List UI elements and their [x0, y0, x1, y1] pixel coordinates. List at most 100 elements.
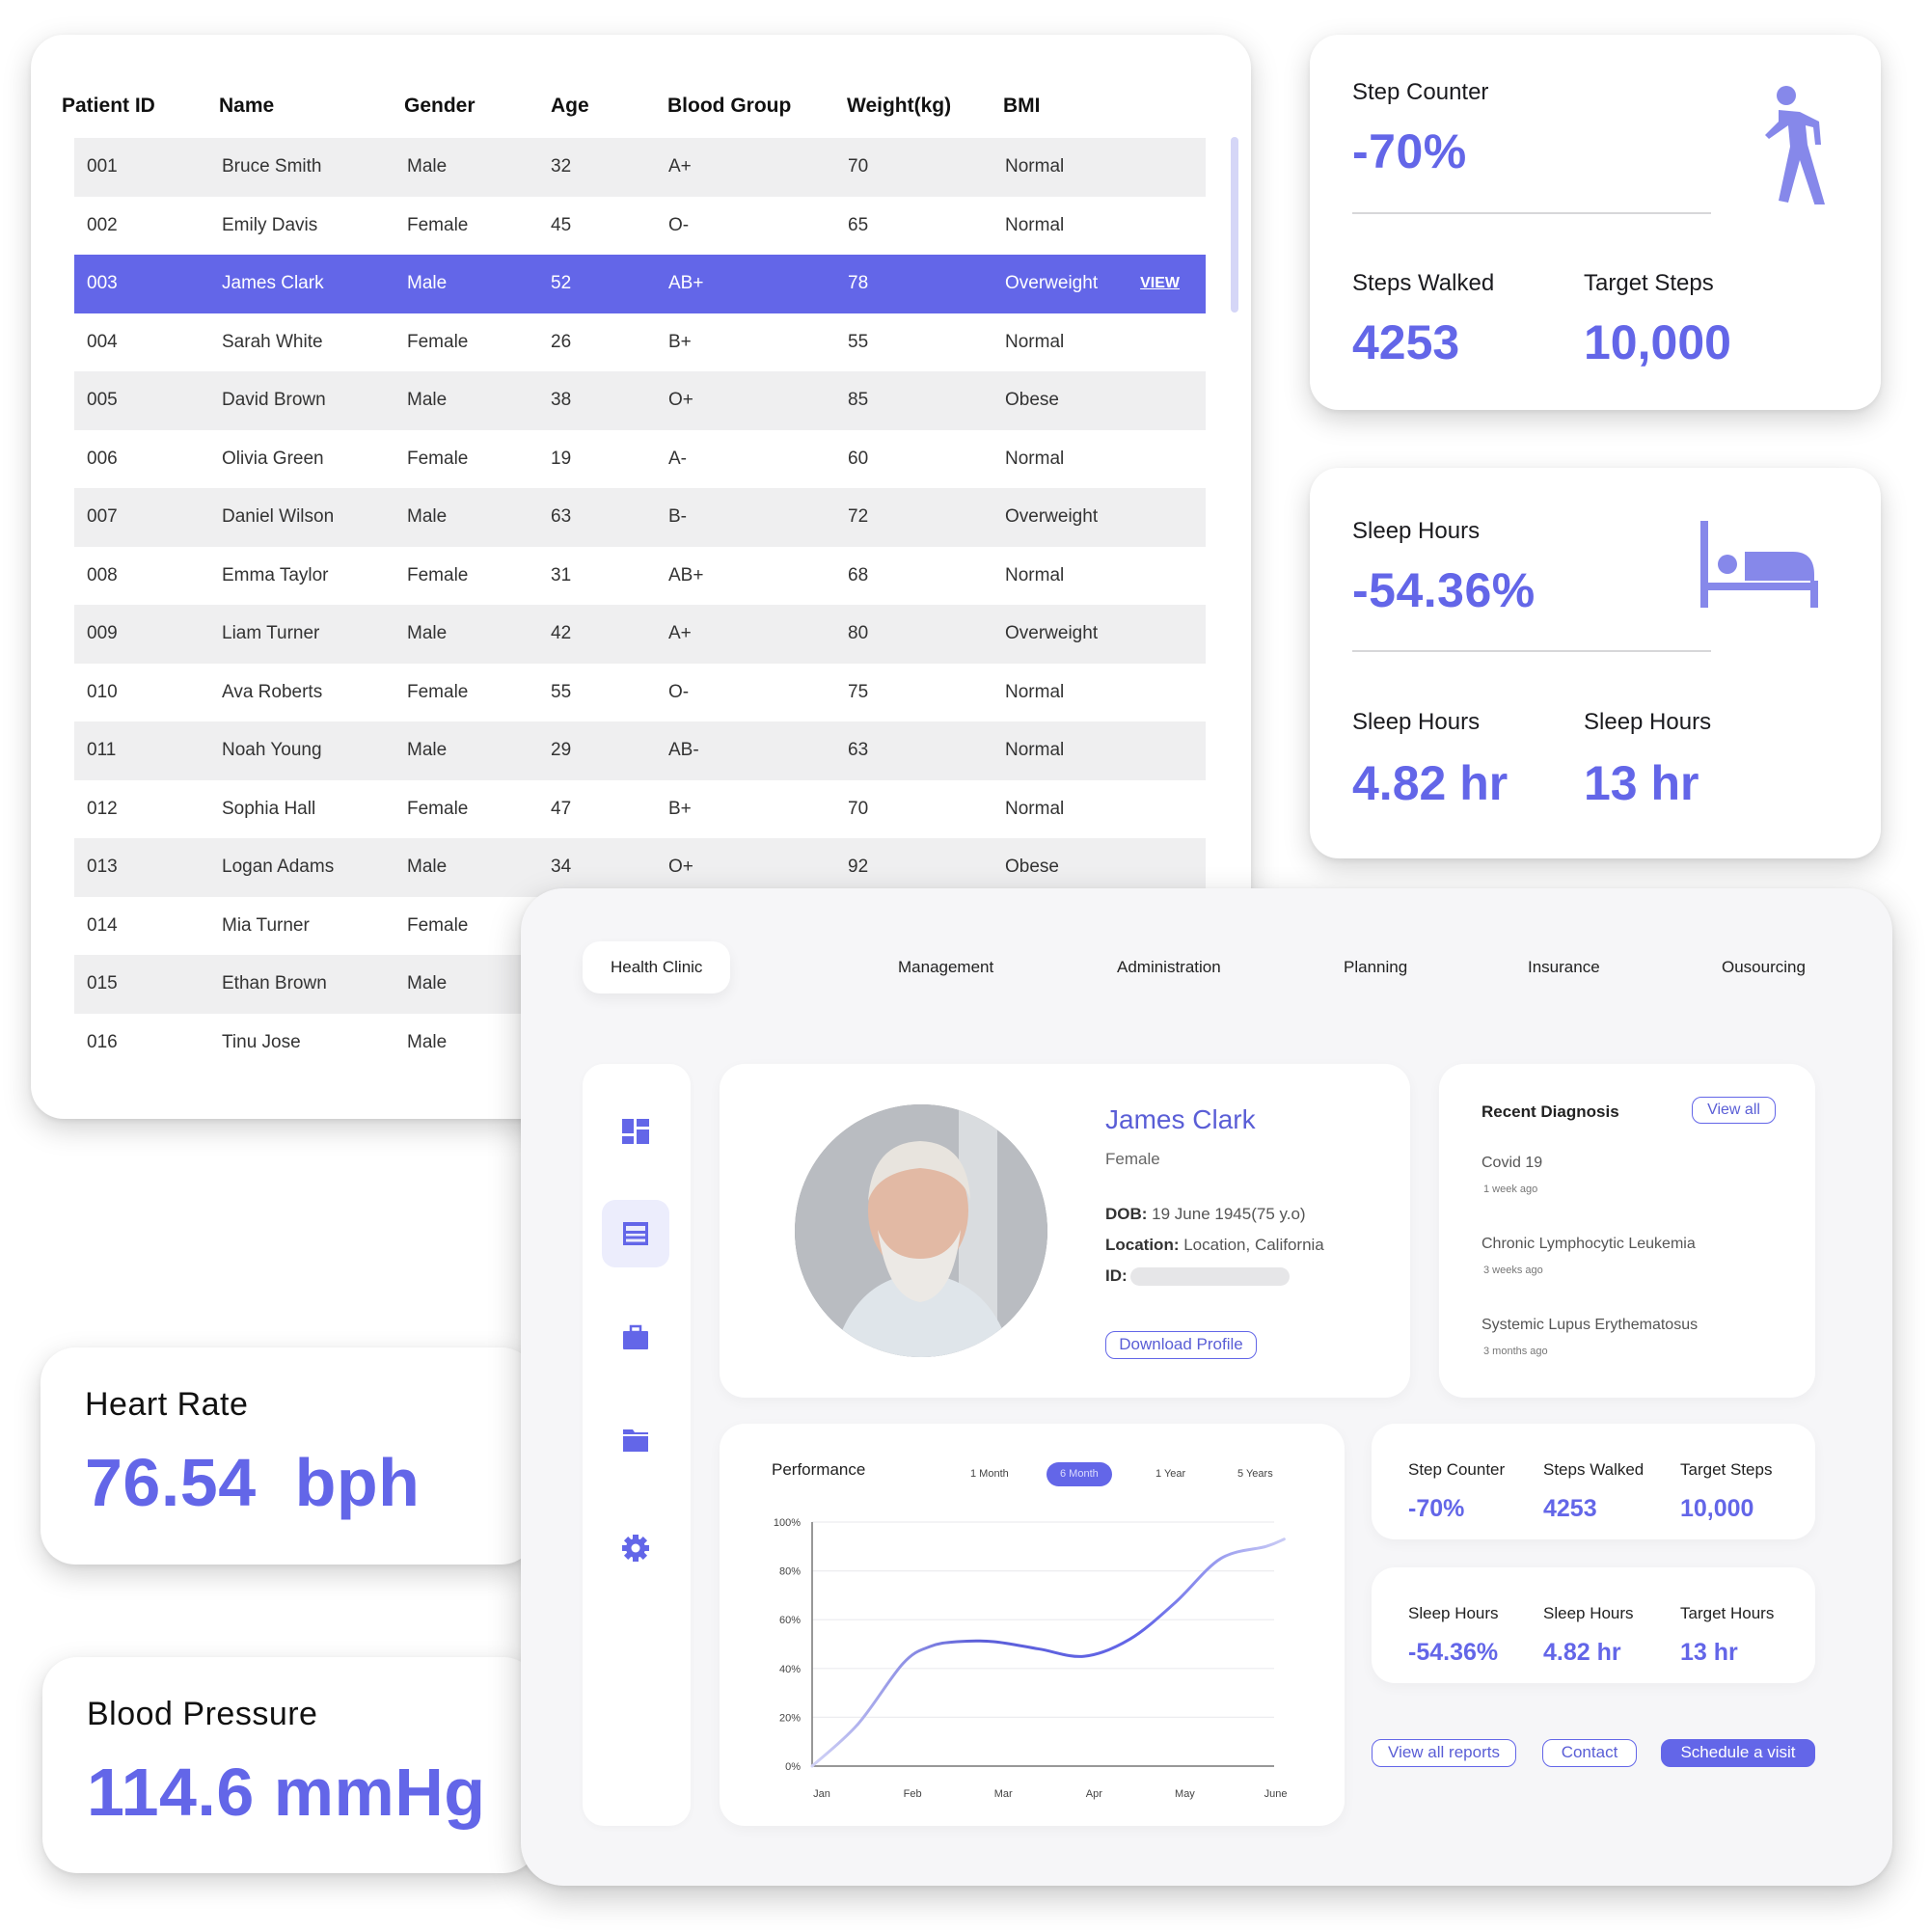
- y-tick-label: 60%: [779, 1615, 801, 1626]
- diagnosis-item[interactable]: Covid 19: [1481, 1155, 1542, 1172]
- table-cell: AB+: [668, 564, 704, 585]
- sidebar-item-records[interactable]: [602, 1200, 669, 1267]
- sidebar-item-cases[interactable]: [602, 1304, 669, 1372]
- table-cell: 80: [848, 623, 869, 643]
- y-tick-label: 40%: [779, 1664, 801, 1675]
- table-cell: Obese: [1005, 390, 1059, 410]
- table-cell: Sophia Hall: [222, 798, 316, 819]
- tab-outsourcing[interactable]: Ousourcing: [1722, 941, 1806, 993]
- table-cell: Normal: [1005, 214, 1065, 235]
- x-tick-label: Feb: [904, 1788, 922, 1800]
- sleep-hours-change: -54.36%: [1352, 563, 1536, 617]
- table-row[interactable]: 012 Sophia Hall Female 47 B+ 70 Normal: [74, 780, 1206, 839]
- table-row[interactable]: 002 Emily Davis Female 45 O- 65 Normal: [74, 197, 1206, 256]
- table-row[interactable]: 009 Liam Turner Male 42 A+ 80 Overweight: [74, 605, 1206, 664]
- walking-person-icon: [1765, 86, 1825, 204]
- table-row[interactable]: 011 Noah Young Male 29 AB- 63 Normal: [74, 721, 1206, 780]
- patient-id: ID:: [1105, 1266, 1290, 1287]
- table-cell: A+: [668, 623, 692, 643]
- column-header[interactable]: Blood Group: [667, 95, 791, 118]
- table-row[interactable]: 007 Daniel Wilson Male 63 B- 72 Overweight: [74, 488, 1206, 547]
- table-row[interactable]: 006 Olivia Green Female 19 A- 60 Normal: [74, 430, 1206, 489]
- view-all-diagnosis-button[interactable]: View all: [1692, 1097, 1776, 1124]
- table-cell: Normal: [1005, 448, 1065, 469]
- diagnosis-time: 3 weeks ago: [1483, 1265, 1543, 1276]
- table-cell: Female: [407, 448, 469, 469]
- records-icon: [623, 1222, 648, 1245]
- patient-photo: [795, 1104, 1047, 1357]
- table-cell: Ava Roberts: [222, 681, 323, 702]
- table-cell: 72: [848, 506, 869, 527]
- column-header[interactable]: Age: [551, 95, 589, 118]
- table-scrollbar[interactable]: [1231, 137, 1238, 313]
- table-cell: 85: [848, 390, 869, 410]
- table-cell: O-: [668, 681, 690, 702]
- view-patient-link[interactable]: VIEW: [1140, 255, 1180, 313]
- metric-value: 4253: [1543, 1495, 1597, 1522]
- tab-health-clinic[interactable]: Health Clinic: [583, 941, 731, 993]
- table-cell: 009: [87, 623, 118, 643]
- x-tick-label: Apr: [1086, 1788, 1102, 1800]
- table-cell: David Brown: [222, 390, 326, 410]
- diagnosis-item[interactable]: Chronic Lymphocytic Leukemia: [1481, 1236, 1696, 1253]
- table-cell: O+: [668, 390, 693, 410]
- table-cell: Noah Young: [222, 740, 322, 760]
- table-cell: 010: [87, 681, 118, 702]
- table-row[interactable]: 008 Emma Taylor Female 31 AB+ 68 Normal: [74, 547, 1206, 606]
- range-1-month[interactable]: 1 Month: [970, 1462, 1009, 1486]
- view-all-reports-button[interactable]: View all reports: [1372, 1739, 1516, 1767]
- range-1-year[interactable]: 1 Year: [1155, 1462, 1185, 1486]
- range-6-month[interactable]: 6 Month: [1047, 1462, 1112, 1486]
- column-header[interactable]: Patient ID: [62, 95, 155, 118]
- table-cell: Overweight: [1005, 623, 1099, 643]
- table-row[interactable]: 005 David Brown Male 38 O+ 85 Obese: [74, 371, 1206, 430]
- patient-name: James Clark: [1105, 1104, 1256, 1134]
- metric-value: -70%: [1408, 1495, 1465, 1522]
- metric-value: 13 hr: [1680, 1639, 1738, 1666]
- table-row[interactable]: 003 James Clark Male 52 AB+ 78 Overweight VIEW: [74, 255, 1206, 313]
- table-cell: Normal: [1005, 740, 1065, 760]
- table-row[interactable]: 001 Bruce Smith Male 32 A+ 70 Normal: [74, 138, 1206, 197]
- tab-administration[interactable]: Administration: [1117, 941, 1221, 993]
- performance-line: [810, 1537, 1286, 1768]
- contact-button[interactable]: Contact: [1542, 1739, 1637, 1767]
- table-cell: Ethan Brown: [222, 973, 327, 993]
- sidebar-item-settings[interactable]: [602, 1514, 669, 1582]
- table-cell: Normal: [1005, 564, 1065, 585]
- performance-card: 0% 20% 40% 60% 80% 100% Jan Feb Mar Apr May June Pe…: [720, 1424, 1345, 1826]
- table-row[interactable]: 010 Ava Roberts Female 55 O- 75 Normal: [74, 664, 1206, 722]
- table-cell: AB+: [668, 273, 704, 293]
- table-row[interactable]: 004 Sarah White Female 26 B+ 55 Normal: [74, 313, 1206, 372]
- tab-insurance[interactable]: Insurance: [1528, 941, 1600, 993]
- sleep-hours-value: 4.82 hr: [1352, 756, 1509, 810]
- tab-management[interactable]: Management: [898, 941, 993, 993]
- range-5-years[interactable]: 5 Years: [1237, 1462, 1273, 1486]
- download-profile-button[interactable]: Download Profile: [1105, 1331, 1257, 1359]
- table-header: Patient ID Name Gender Age Blood Group Weight…: [31, 95, 1169, 133]
- table-cell: Emily Davis: [222, 214, 318, 235]
- table-cell: 012: [87, 798, 118, 819]
- table-cell: 65: [848, 214, 869, 235]
- patient-gender: Female: [1105, 1150, 1160, 1168]
- table-cell: Female: [407, 214, 469, 235]
- y-tick-label: 0%: [785, 1761, 801, 1773]
- sidebar-item-dashboard[interactable]: [602, 1098, 669, 1165]
- table-cell: Sarah White: [222, 331, 323, 352]
- x-tick-label: Jan: [813, 1788, 830, 1800]
- column-header[interactable]: Name: [219, 95, 274, 118]
- step-metrics-card: Step Counter -70% Steps Walked 4253 Targ…: [1372, 1424, 1815, 1539]
- diagnosis-item[interactable]: Systemic Lupus Erythematosus: [1481, 1317, 1698, 1334]
- table-cell: Logan Adams: [222, 857, 335, 877]
- schedule-visit-button[interactable]: Schedule a visit: [1661, 1739, 1815, 1767]
- sidebar-item-files[interactable]: [602, 1406, 669, 1474]
- patient-avatar: [795, 1104, 1047, 1357]
- table-cell: 19: [551, 448, 572, 469]
- column-header[interactable]: BMI: [1003, 95, 1041, 118]
- table-cell: Overweight: [1005, 273, 1099, 293]
- column-header[interactable]: Weight(kg): [847, 95, 951, 118]
- metric-label: Sleep Hours: [1543, 1604, 1634, 1622]
- column-header[interactable]: Gender: [404, 95, 476, 118]
- metric-label: Steps Walked: [1543, 1460, 1645, 1479]
- tab-planning[interactable]: Planning: [1344, 941, 1407, 993]
- table-cell: AB-: [668, 740, 699, 760]
